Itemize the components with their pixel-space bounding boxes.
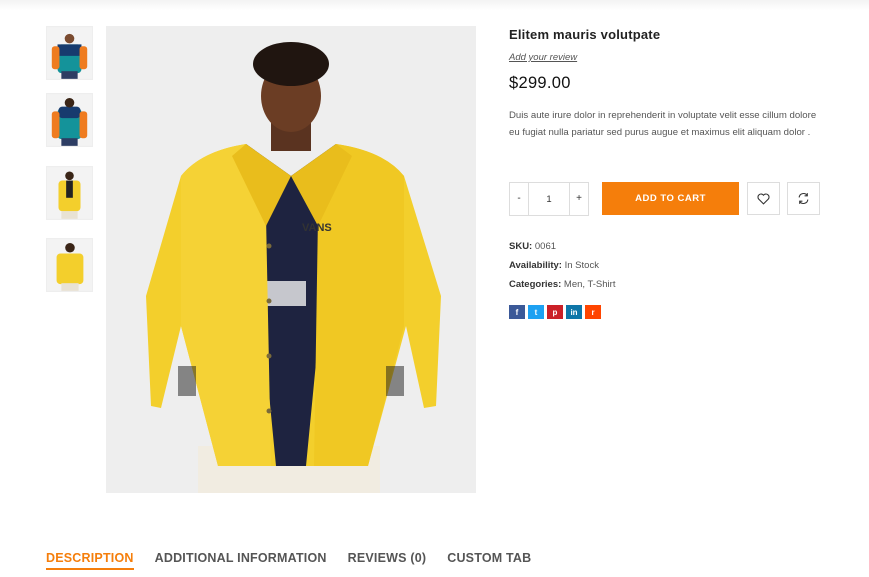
product-description: Duis aute irure dolor in reprehenderit i… bbox=[509, 110, 817, 138]
tab-custom[interactable]: CUSTOM TAB bbox=[447, 551, 531, 570]
availability-row: Availability: In Stock bbox=[509, 259, 615, 278]
quantity-input[interactable] bbox=[529, 183, 569, 215]
header-shadow bbox=[0, 0, 869, 10]
product-price: $299.00 bbox=[509, 74, 571, 92]
sku-row: SKU: 0061 bbox=[509, 240, 615, 259]
availability-label: Availability: bbox=[509, 260, 562, 271]
linkedin-icon[interactable]: in bbox=[566, 305, 582, 319]
product-tabs: DESCRIPTION ADDITIONAL INFORMATION REVIE… bbox=[46, 551, 552, 570]
refresh-icon bbox=[798, 192, 809, 205]
quantity-increase-button[interactable]: + bbox=[569, 183, 588, 215]
sku-label: SKU: bbox=[509, 241, 533, 252]
wishlist-button[interactable] bbox=[747, 182, 780, 215]
twitter-icon[interactable]: t bbox=[528, 305, 544, 319]
availability-value: In Stock bbox=[564, 260, 599, 271]
thumbnail-1[interactable] bbox=[46, 26, 93, 80]
compare-button[interactable] bbox=[787, 182, 820, 215]
thumbnail-2-image bbox=[47, 94, 92, 146]
pinterest-icon[interactable]: p bbox=[547, 305, 563, 319]
tab-reviews[interactable]: REVIEWS (0) bbox=[348, 551, 427, 570]
product-photo: VANS bbox=[106, 26, 476, 493]
categories-label: Categories: bbox=[509, 279, 562, 290]
add-to-cart-button[interactable]: ADD TO CART bbox=[602, 182, 739, 215]
categories-value[interactable]: Men, T-Shirt bbox=[564, 279, 616, 290]
main-product-image[interactable]: VANS bbox=[106, 26, 476, 493]
reddit-icon[interactable]: r bbox=[585, 305, 601, 319]
product-info: Elitem mauris volutpate Add your review … bbox=[509, 26, 839, 319]
svg-text:VANS: VANS bbox=[302, 222, 332, 234]
thumbnail-4-image bbox=[47, 239, 92, 291]
thumbnail-4[interactable] bbox=[46, 238, 93, 292]
thumbnail-2[interactable] bbox=[46, 93, 93, 147]
quantity-stepper: - + bbox=[509, 182, 589, 216]
social-share: f t p in r bbox=[509, 305, 601, 319]
product-meta: SKU: 0061 Availability: In Stock Categor… bbox=[509, 240, 615, 297]
tab-additional-information[interactable]: ADDITIONAL INFORMATION bbox=[155, 551, 327, 570]
thumbnail-3[interactable] bbox=[46, 166, 93, 220]
cart-actions: - + ADD TO CART bbox=[509, 182, 829, 216]
product-title: Elitem mauris volutpate bbox=[509, 27, 661, 42]
tab-description[interactable]: DESCRIPTION bbox=[46, 551, 134, 570]
heart-icon bbox=[757, 192, 770, 205]
thumbnail-3-image bbox=[47, 167, 92, 219]
categories-row: Categories: Men, T-Shirt bbox=[509, 278, 615, 297]
sku-value: 0061 bbox=[534, 241, 557, 252]
facebook-icon[interactable]: f bbox=[509, 305, 525, 319]
thumbnail-1-image bbox=[47, 27, 92, 79]
add-review-link[interactable]: Add your review bbox=[509, 52, 577, 63]
quantity-decrease-button[interactable]: - bbox=[510, 183, 529, 215]
